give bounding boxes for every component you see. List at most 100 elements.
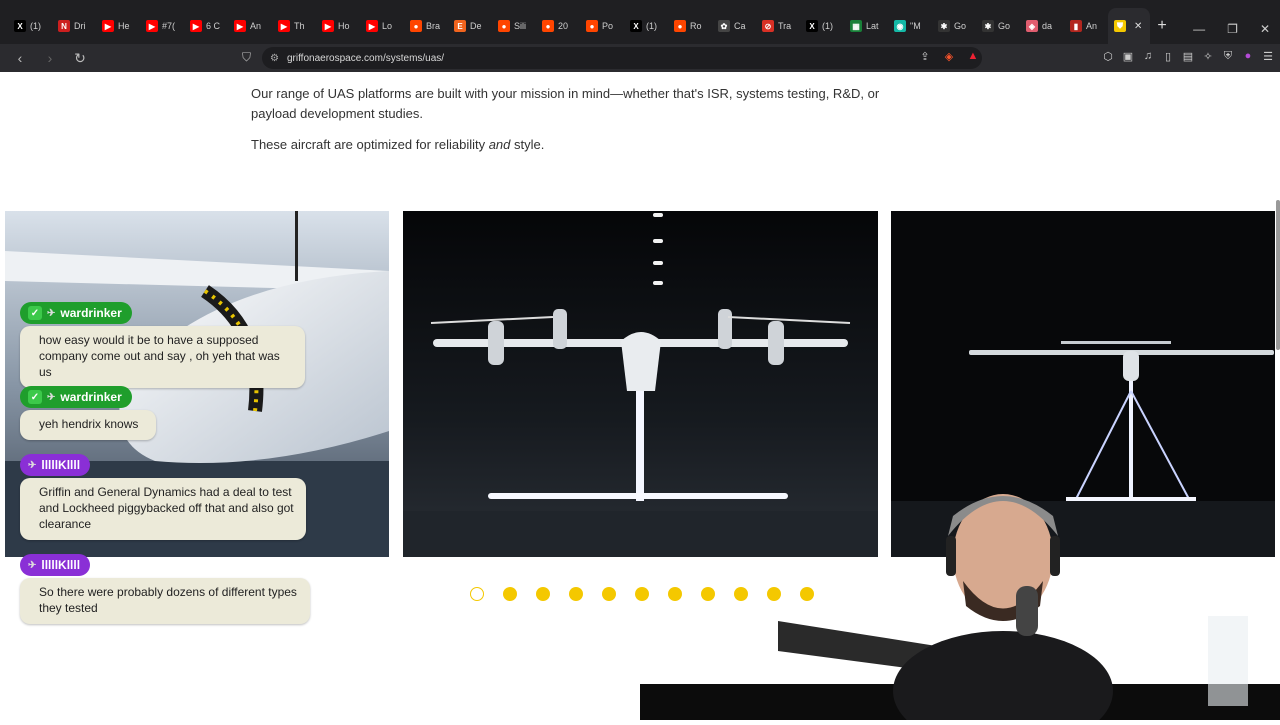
airplane-badge-icon: ✈ [47,391,56,403]
browser-tab[interactable]: ✱ Go [976,8,1020,44]
tab-label: An [250,21,262,31]
carousel-dot[interactable] [701,587,715,601]
tab-label: Lo [382,21,393,31]
browser-tab[interactable]: ● Ro [668,8,712,44]
tab-label: Dri [74,21,86,31]
streamer-webcam [778,476,1278,725]
chat-username-badge: ✈ lllllKllll [20,554,91,576]
back-icon[interactable]: ‹ [10,50,30,66]
browser-tab[interactable]: ⊘ Tra [756,8,800,44]
browser-tab[interactable]: E De [448,8,492,44]
block-icon: ⊘ [762,20,774,32]
youtube-icon: ▶ [278,20,290,32]
youtube-icon: ▶ [146,20,158,32]
news-icon: N [58,20,70,32]
extension-icon[interactable]: ⬡ [1102,50,1114,64]
screenshot-icon[interactable]: ▣ [1122,50,1134,64]
chat-message: ✓ ✈ wardrinker yeh hendrix knows [20,386,156,440]
browser-tab[interactable]: ▶ He [96,8,140,44]
carousel-dot[interactable] [470,587,484,601]
wallet-icon[interactable]: ▤ [1182,50,1194,64]
carousel-dot[interactable] [734,587,748,601]
openai-icon: ✿ [718,20,730,32]
browser-tab[interactable]: N Dri [52,8,96,44]
leo-ai-icon[interactable]: ✧ [1202,50,1214,64]
browser-tab[interactable]: X (1) [800,8,844,44]
browser-tab[interactable]: ● Po [580,8,624,44]
address-bar[interactable]: ⚙ griffonaerospace.com/systems/uas/ [262,47,982,69]
browser-tab[interactable]: ◈ da [1020,8,1064,44]
browser-tab[interactable]: ◉ "M [888,8,932,44]
youtube-icon: ▶ [234,20,246,32]
music-icon[interactable]: ♫ [1142,50,1154,64]
chat-bubble: So there were probably dozens of differe… [20,578,310,624]
browser-tab[interactable]: ▶ 6 C [184,8,228,44]
chat-username: lllllKllll [41,458,81,472]
browser-tab[interactable]: ● Bra [404,8,448,44]
browser-tab[interactable]: ▶ Ho [316,8,360,44]
close-tab-icon[interactable]: ✕ [1134,21,1142,32]
intro-paragraph: Our range of UAS platforms are built wit… [251,86,880,121]
browser-tab[interactable]: ▶ #7( [140,8,184,44]
share-icon[interactable]: ⇪ [918,50,932,64]
carousel-dots [470,587,814,601]
text-segment: These aircraft are optimized for reliabi… [251,137,489,152]
browser-tab[interactable]: X (1) [8,8,52,44]
tab-label: Ho [338,21,350,31]
flag-icon: ▮ [1070,20,1082,32]
browser-tab[interactable]: ● 20 [536,8,580,44]
browser-tab[interactable]: ✿ Ca [712,8,756,44]
chat-message: ✈ lllllKllll Griffin and General Dynamics… [20,454,306,540]
brave-rewards-icon[interactable]: ▲ [966,50,980,64]
moderator-badge-icon: ✓ [28,306,42,320]
new-tab-button[interactable]: + [1150,8,1174,44]
tab-label: Go [998,21,1011,31]
intro-text: Our range of UAS platforms are built wit… [251,84,901,166]
reddit-icon: ● [410,20,422,32]
site-info-icon[interactable]: ⚙ [270,53,279,64]
forward-icon[interactable]: › [40,50,60,66]
browser-tab[interactable]: ● Sili [492,8,536,44]
vpn-icon[interactable]: ⛨ [1222,50,1234,64]
chat-username: lllllKllll [41,558,81,572]
griffon-logo-icon: ⛊ [1114,20,1126,32]
youtube-icon: ▶ [190,20,202,32]
chat-username-badge: ✈ lllllKllll [20,454,91,476]
carousel-dot[interactable] [569,587,583,601]
browser-tab[interactable]: ▶ Th [272,8,316,44]
browser-tab[interactable]: ✱ Go [932,8,976,44]
restore-icon[interactable]: ❐ [1227,22,1238,36]
bookmark-icon[interactable]: ⛉ [242,50,251,65]
tab-label: De [470,21,482,31]
browser-tab[interactable]: ▮ An [1064,8,1108,44]
address-bar-actions: ⇪ ◈ ▲ [918,50,980,64]
browser-tab[interactable]: X (1) [624,8,668,44]
browser-tab[interactable]: ▶ Lo [360,8,404,44]
brave-shield-icon[interactable]: ◈ [942,50,956,64]
menu-icon[interactable]: ☰ [1262,50,1274,64]
close-window-icon[interactable]: ✕ [1260,22,1270,36]
carousel-dot[interactable] [602,587,616,601]
carousel-dot[interactable] [536,587,550,601]
profile-icon[interactable]: ● [1242,50,1254,64]
minimize-icon[interactable]: — [1193,22,1205,36]
tab-label: Lat [866,21,879,31]
browser-tab[interactable]: ▶ An [228,8,272,44]
reload-icon[interactable]: ↻ [70,50,90,67]
chat-bubble: how easy would it be to have a supposed … [20,326,305,388]
tab-label: Po [602,21,614,31]
reddit-icon: ● [498,20,510,32]
carousel-dot[interactable] [503,587,517,601]
sidebar-icon[interactable]: ▯ [1162,50,1174,64]
carousel-dot[interactable] [668,587,682,601]
tab-label: (1) [30,21,41,31]
tab-label: (1) [646,21,657,31]
tab-label: #7( [162,21,176,31]
x-logo-icon: X [630,20,642,32]
tab-label: Ro [690,21,702,31]
chat-message: ✈ lllllKllll So there were probably dozen… [20,554,310,624]
browser-tab[interactable]: ▦ Lat [844,8,888,44]
carousel-dot[interactable] [635,587,649,601]
browser-tab[interactable]: ⛊ ✕ [1108,8,1150,44]
page-scrollbar[interactable] [1276,200,1280,350]
